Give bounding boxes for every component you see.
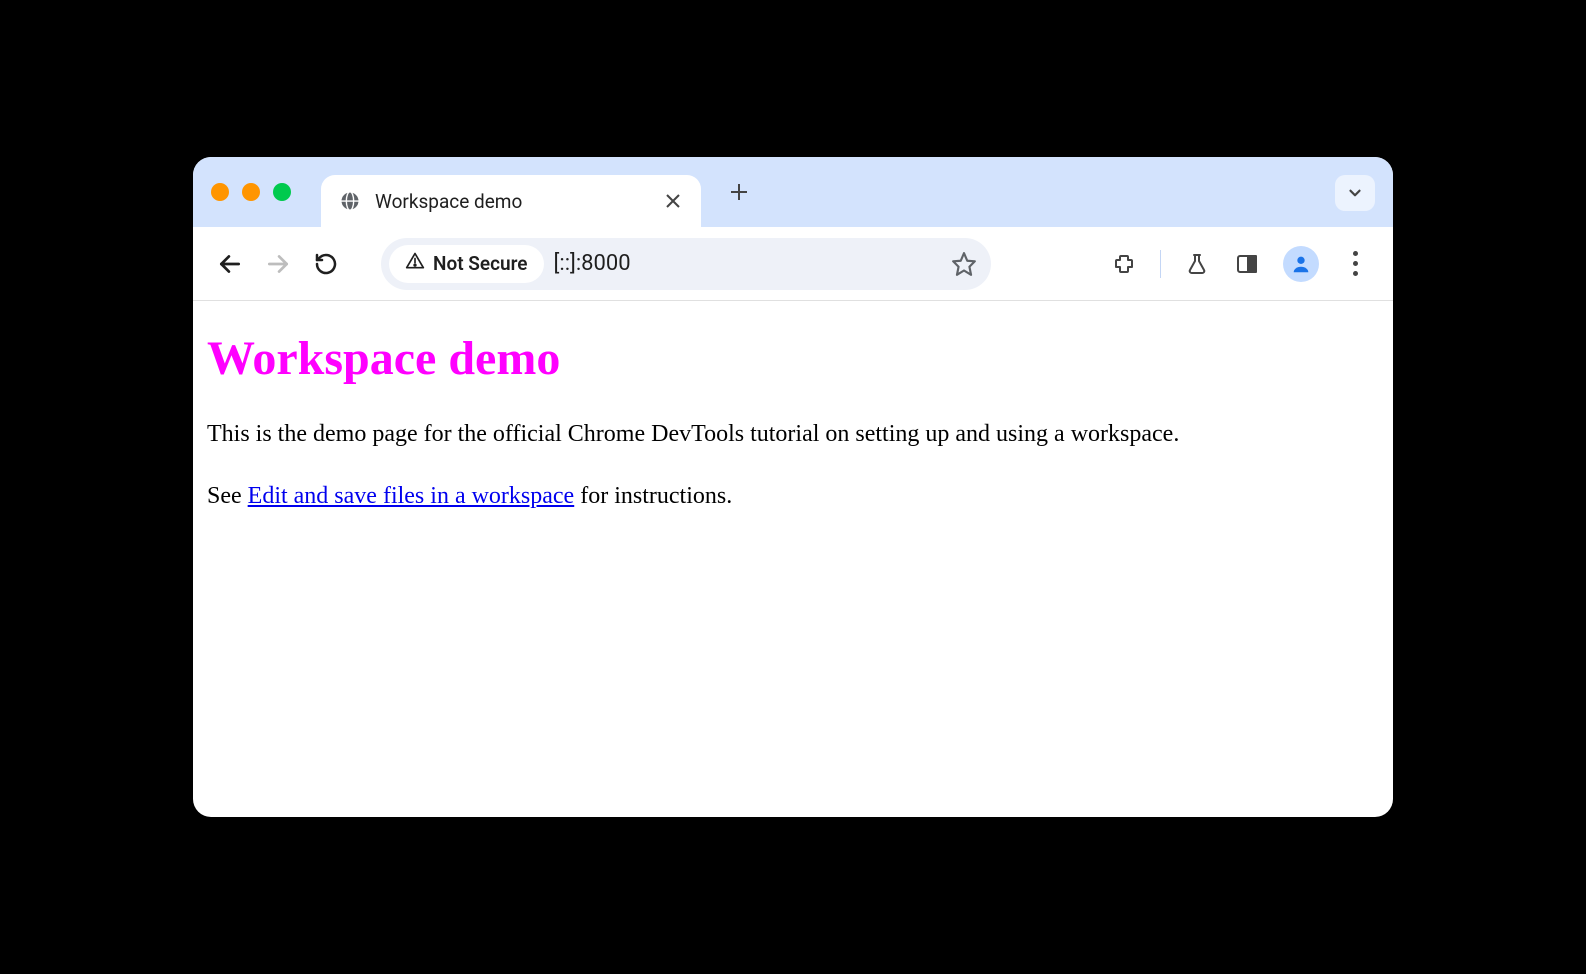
menu-dot-icon [1353,251,1358,256]
tab-strip: Workspace demo [193,157,1393,227]
menu-dot-icon [1353,271,1358,276]
globe-icon [339,190,361,212]
url-text: [::]:8000 [554,251,631,276]
extensions-button[interactable] [1110,250,1138,278]
warning-icon [405,251,425,276]
bookmark-button[interactable] [945,245,983,283]
window-close-button[interactable] [211,183,229,201]
paragraph-text: See [207,483,248,509]
tab-title: Workspace demo [375,190,649,213]
browser-window: Workspace demo Not Secure [193,157,1393,817]
browser-tab[interactable]: Workspace demo [321,175,701,227]
security-chip[interactable]: Not Secure [389,245,544,283]
profile-button[interactable] [1283,246,1319,282]
address-bar[interactable]: Not Secure [::]:8000 [381,238,991,290]
new-tab-button[interactable] [721,174,757,210]
page-paragraph-1: This is the demo page for the official C… [207,418,1379,452]
tab-close-button[interactable] [663,191,683,211]
tab-search-button[interactable] [1335,175,1375,211]
page-heading: Workspace demo [207,331,1379,386]
window-minimize-button[interactable] [242,183,260,201]
paragraph-text: for instructions. [574,483,732,509]
chrome-menu-button[interactable] [1341,250,1369,278]
toolbar-divider [1160,250,1161,278]
menu-dot-icon [1353,261,1358,266]
tutorial-link[interactable]: Edit and save files in a workspace [248,483,575,509]
window-maximize-button[interactable] [273,183,291,201]
labs-button[interactable] [1183,250,1211,278]
page-content: Workspace demo This is the demo page for… [193,301,1393,571]
back-button[interactable] [211,245,249,283]
reload-button[interactable] [307,245,345,283]
window-controls [211,183,291,201]
security-label: Not Secure [433,252,528,275]
page-paragraph-2: See Edit and save files in a workspace f… [207,480,1379,514]
toolbar-right [1110,246,1375,282]
side-panel-button[interactable] [1233,250,1261,278]
toolbar: Not Secure [::]:8000 [193,227,1393,301]
forward-button[interactable] [259,245,297,283]
